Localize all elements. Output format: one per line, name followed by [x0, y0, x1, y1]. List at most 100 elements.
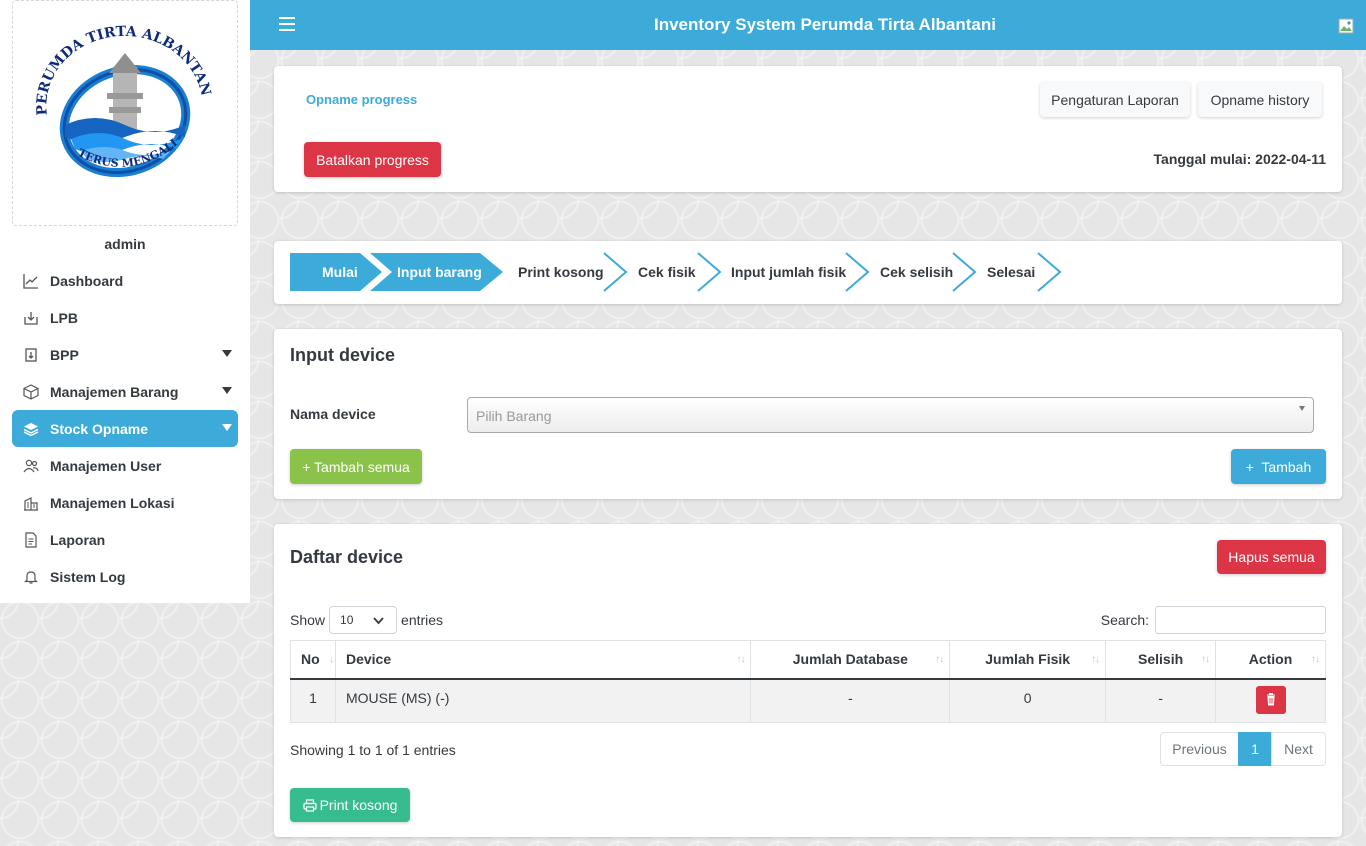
sidebar-item-label: Laporan: [50, 531, 106, 548]
users-icon: [22, 457, 40, 475]
step-cek-fisik: Cek fisik: [638, 252, 722, 292]
sort-icon: ↑↓: [1201, 654, 1210, 665]
add-button[interactable]: + Tambah: [1231, 449, 1326, 484]
layers-icon: [22, 420, 40, 438]
sort-icon: ↑↓: [935, 654, 944, 665]
pagination-page-1[interactable]: 1: [1238, 732, 1272, 766]
step-print-kosong: Print kosong: [518, 252, 628, 292]
column-header-jumlah-fisik[interactable]: Jumlah Fisik ↑↓: [949, 640, 1107, 680]
step-label: Print kosong: [518, 264, 604, 280]
step-input-barang: Input barang: [370, 253, 503, 291]
pagination-previous[interactable]: Previous: [1160, 732, 1239, 766]
sidebar-username: admin: [104, 236, 146, 252]
building-icon: [22, 494, 40, 512]
sidebar-item-label: Manajemen User: [50, 457, 162, 474]
column-header-no[interactable]: No ↓: [290, 640, 336, 680]
delete-all-button[interactable]: Hapus semua: [1217, 540, 1326, 574]
add-all-button[interactable]: + Tambah semua: [290, 449, 422, 484]
column-header-device[interactable]: Device ↑↓: [334, 640, 752, 680]
user-avatar-image[interactable]: [1338, 18, 1354, 34]
search-label: Search:: [1100, 612, 1149, 628]
sidebar-item-sistem-log[interactable]: Sistem Log: [12, 558, 238, 595]
sidebar-item-manajemen-user[interactable]: Manajemen User: [12, 447, 238, 484]
company-logo: PERUMDA TIRTA ALBANTANI TERUS MENGALIR: [25, 23, 214, 178]
cancel-progress-button[interactable]: Batalkan progress: [304, 142, 441, 177]
step-label: Selesai: [987, 264, 1035, 280]
column-header-jumlah-database[interactable]: Jumlah Database ↑↓: [750, 640, 951, 680]
delete-row-button[interactable]: [1255, 685, 1286, 714]
entries-label: entries: [401, 612, 444, 628]
print-empty-button[interactable]: Print kosong: [290, 788, 410, 822]
show-label: Show: [290, 612, 326, 628]
sidebar-item-label: Stock Opname: [50, 420, 149, 437]
sidebar-item-laporan[interactable]: Laporan: [12, 521, 238, 558]
trash-icon: [1266, 692, 1275, 705]
step-label: Cek selisih: [880, 264, 953, 280]
sort-icon: ↑↓: [1091, 654, 1100, 665]
opname-progress-title: Opname progress: [306, 92, 418, 107]
sidebar-item-label: Manajemen Barang: [50, 383, 179, 400]
column-header-action[interactable]: Action ↑↓: [1215, 640, 1326, 680]
report-settings-button[interactable]: Pengaturan Laporan: [1040, 82, 1190, 117]
column-label: Selisih: [1138, 651, 1184, 668]
chevron-down-icon: [222, 387, 232, 394]
bell-icon: [22, 568, 40, 586]
document-icon: [22, 531, 40, 549]
sidebar-item-label: Dashboard: [50, 272, 124, 289]
pagination: Previous 1 Next: [1160, 732, 1326, 766]
chevron-down-icon: [222, 424, 232, 431]
step-input-jumlah-fisik: Input jumlah fisik: [731, 252, 870, 292]
device-select[interactable]: Pilih Barang: [467, 397, 1314, 433]
sidebar-item-label: Sistem Log: [50, 568, 126, 585]
table-search: Search:: [1101, 606, 1326, 634]
table-info: Showing 1 to 1 of 1 entries: [290, 742, 456, 758]
device-table: No ↓ Device ↑↓ Jumlah Database ↑↓ Jumlah Fi…: [290, 640, 1326, 723]
entries-select[interactable]: 10: [329, 606, 398, 634]
entries-select-value: 10: [340, 613, 354, 627]
input-device-card: Input device Nama device Pilih Barang + …: [274, 329, 1342, 499]
sidebar-item-label: Manajemen Lokasi: [50, 494, 175, 511]
column-label: Jumlah Database: [792, 651, 908, 668]
search-input[interactable]: [1155, 606, 1326, 634]
sidebar-item-manajemen-lokasi[interactable]: Manajemen Lokasi: [12, 484, 238, 521]
input-device-title: Input device: [290, 345, 396, 365]
sidebar-nav: Dashboard LPB BPP Manajemen Barang Stock…: [12, 262, 238, 595]
device-list-card: Daftar device Hapus semua Show 10 entrie…: [274, 524, 1342, 837]
device-list-title: Daftar device: [290, 547, 404, 567]
column-label: Jumlah Fisik: [985, 651, 1071, 668]
table-header-row: No ↓ Device ↑↓ Jumlah Database ↑↓ Jumlah Fi…: [290, 640, 1326, 680]
opname-history-button[interactable]: Opname history: [1198, 82, 1322, 117]
chart-icon: [22, 272, 40, 290]
device-select-placeholder: Pilih Barang: [476, 408, 552, 424]
sort-icon: ↑↓: [736, 654, 745, 665]
print-empty-label: Print kosong: [319, 797, 398, 813]
topbar: Inventory System Perumda Tirta Albantani: [250, 0, 1366, 50]
device-name-label: Nama device: [290, 406, 376, 422]
chevron-down-icon: [222, 350, 232, 357]
printer-icon: [302, 798, 317, 812]
stepper-card: Mulai Input barang Print kosong Cek fisi…: [274, 241, 1342, 304]
column-header-selisih[interactable]: Selisih ↑↓: [1105, 640, 1217, 680]
column-label: Action: [1248, 651, 1293, 668]
sidebar-item-lpb[interactable]: LPB: [12, 299, 238, 336]
chevron-down-icon: [373, 617, 384, 625]
pagination-next[interactable]: Next: [1271, 732, 1326, 766]
step-cek-selisih: Cek selisih: [880, 252, 977, 292]
sidebar-item-dashboard[interactable]: Dashboard: [12, 262, 238, 299]
start-date: Tanggal mulai: 2022-04-11: [1154, 151, 1326, 167]
download-icon: [22, 346, 40, 364]
progress-stepper: Mulai Input barang Print kosong Cek fisi…: [290, 252, 1062, 292]
cell-selisih: -: [1105, 678, 1217, 723]
table-row: 1 MOUSE (MS) (-) - 0 -: [290, 678, 1326, 723]
step-selesai: Selesai: [987, 252, 1062, 292]
app-title: Inventory System Perumda Tirta Albantani: [654, 15, 996, 34]
start-date-value: 2022-04-11: [1255, 151, 1326, 167]
step-label: Mulai: [322, 264, 358, 280]
sidebar-item-stock-opname[interactable]: Stock Opname: [12, 410, 238, 447]
sidebar-item-label: LPB: [50, 309, 78, 326]
sidebar-item-bpp[interactable]: BPP: [12, 336, 238, 373]
step-mulai: Mulai: [290, 253, 382, 291]
column-label: No: [301, 651, 320, 668]
sidebar-item-manajemen-barang[interactable]: Manajemen Barang: [12, 373, 238, 410]
box-icon: [22, 383, 40, 401]
